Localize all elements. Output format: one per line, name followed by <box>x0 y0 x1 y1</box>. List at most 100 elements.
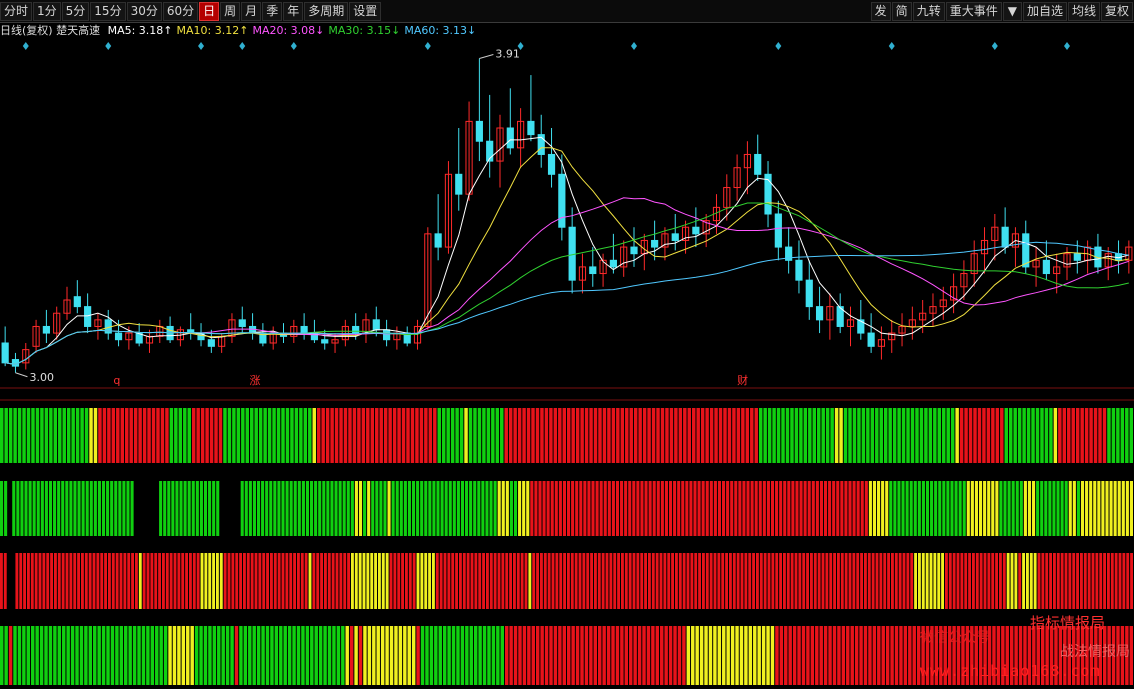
signal-bar-p1-92 <box>410 408 415 463</box>
signal-bar-p1-52 <box>232 408 236 463</box>
signal-bar-p4-129 <box>571 626 575 685</box>
signal-bar-p3-171 <box>659 553 663 609</box>
signal-bar-p1-67 <box>299 408 303 463</box>
signal-bar-p1-163 <box>727 408 732 463</box>
signal-bar-p3-32 <box>123 553 127 609</box>
signal-bar-p1-2 <box>8 408 13 463</box>
signal-bar-p2-53 <box>216 481 220 536</box>
signal-bar-p3-109 <box>420 553 424 609</box>
signal-bar-p1-86 <box>383 408 388 463</box>
signal-bar-p3-105 <box>405 553 408 609</box>
signal-bar-p2-156 <box>636 481 640 536</box>
signal-bar-p4-83 <box>367 626 372 685</box>
signal-bar-p3-279 <box>1076 553 1079 609</box>
signal-bar-p3-254 <box>979 553 983 609</box>
signal-bar-p2-29 <box>118 481 122 536</box>
signal-bar-p1-79 <box>352 408 357 463</box>
signal-bar-p2-146 <box>595 481 599 536</box>
signal-bar-p3-225 <box>867 553 871 609</box>
signal-bar-p2-77 <box>314 481 318 536</box>
signal-bar-p4-198 <box>877 626 881 685</box>
signal-bar-p2-222 <box>905 481 909 536</box>
signal-bar-p2-85 <box>346 481 350 536</box>
signal-bar-p1-102 <box>455 408 459 463</box>
signal-bar-p4-131 <box>580 626 584 685</box>
signal-bar-p4-165 <box>730 626 735 685</box>
signal-bar-p1-1 <box>4 408 8 463</box>
signal-bar-p1-3 <box>13 408 17 463</box>
signal-bar-p2-139 <box>567 481 571 536</box>
signal-bar-p4-46 <box>203 626 208 685</box>
signal-bar-p2-110 <box>448 481 452 536</box>
signal-bar-p3-168 <box>648 553 651 609</box>
signal-bar-p3-141 <box>543 553 547 609</box>
signal-bar-p1-40 <box>178 408 183 463</box>
signal-bar-p4-113 <box>500 626 504 685</box>
signal-bar-p3-44 <box>169 553 173 609</box>
signal-bar-p4-18 <box>79 626 84 685</box>
signal-bar-p1-5 <box>22 408 26 463</box>
signal-bar-p4-193 <box>854 626 859 685</box>
signal-bar-p3-234 <box>902 553 906 609</box>
signal-bar-p1-33 <box>147 408 151 463</box>
signal-bar-p4-99 <box>438 626 442 685</box>
signal-bar-p2-263 <box>1072 481 1076 536</box>
signal-bar-p1-58 <box>258 408 263 463</box>
signal-bar-p2-46 <box>187 481 191 536</box>
signal-bar-p3-287 <box>1107 553 1110 609</box>
signal-diamond-11 <box>1063 42 1070 50</box>
signal-bar-p1-157 <box>700 408 705 463</box>
signal-bar-p3-266 <box>1026 553 1029 609</box>
signal-bar-p3-265 <box>1022 553 1025 609</box>
signal-bar-p3-262 <box>1010 553 1014 609</box>
signal-bar-p3-143 <box>551 553 555 609</box>
signal-bar-p1-98 <box>437 408 441 463</box>
signal-bar-p2-124 <box>505 481 509 536</box>
signal-bar-p1-169 <box>754 408 758 463</box>
signal-bar-p1-41 <box>183 408 187 463</box>
signal-bar-p3-226 <box>871 553 875 609</box>
signal-bar-p3-193 <box>744 553 748 609</box>
signal-bar-p1-73 <box>325 408 330 463</box>
watermark-name1: 指标情报局 <box>1030 614 1106 632</box>
signal-bar-p4-78 <box>345 626 349 685</box>
signal-bar-p3-81 <box>312 553 316 609</box>
signal-bar-p1-29 <box>129 408 133 463</box>
signal-bar-p3-248 <box>956 553 960 609</box>
signal-bar-p4-97 <box>429 626 434 685</box>
signal-bar-p2-187 <box>762 481 766 536</box>
signal-bar-p4-146 <box>646 626 651 685</box>
signal-bar-p4-47 <box>208 626 212 685</box>
signal-bar-p3-10 <box>38 553 42 609</box>
signal-bar-p4-42 <box>186 626 190 685</box>
signal-bar-p1-138 <box>616 408 620 463</box>
signal-bar-p1-165 <box>736 408 741 463</box>
signal-bar-p3-246 <box>948 553 952 609</box>
signal-bar-p2-265 <box>1080 481 1085 536</box>
signal-bar-p4-85 <box>376 626 380 685</box>
signal-bar-p4-205 <box>908 626 912 685</box>
signal-bar-p2-261 <box>1064 481 1068 536</box>
signal-bar-p4-32 <box>141 626 146 685</box>
signal-bar-p2-129 <box>526 481 530 536</box>
candle-body-63 <box>651 239 659 248</box>
signal-bar-p3-223 <box>860 553 863 609</box>
signal-bar-p4-206 <box>912 626 916 685</box>
signal-bar-p1-56 <box>250 408 254 463</box>
signal-bar-p2-97 <box>395 481 399 536</box>
signal-bar-p4-106 <box>469 626 473 685</box>
signal-bar-p2-179 <box>730 481 734 536</box>
signal-bar-p2-18 <box>73 481 77 536</box>
signal-bar-p1-186 <box>830 408 834 463</box>
signal-bar-p3-261 <box>1006 553 1010 609</box>
signal-bar-p2-196 <box>799 481 803 536</box>
signal-bar-p1-94 <box>419 408 424 463</box>
signal-bar-p4-154 <box>682 626 686 685</box>
signal-bar-p1-188 <box>839 408 843 463</box>
signal-bar-p2-211 <box>860 481 864 536</box>
signal-bar-p1-18 <box>80 408 84 463</box>
signal-bar-p1-26 <box>116 408 120 463</box>
signal-bar-p4-2 <box>8 626 13 685</box>
signal-bar-p3-212 <box>817 553 821 609</box>
signal-bar-p4-191 <box>846 626 850 685</box>
